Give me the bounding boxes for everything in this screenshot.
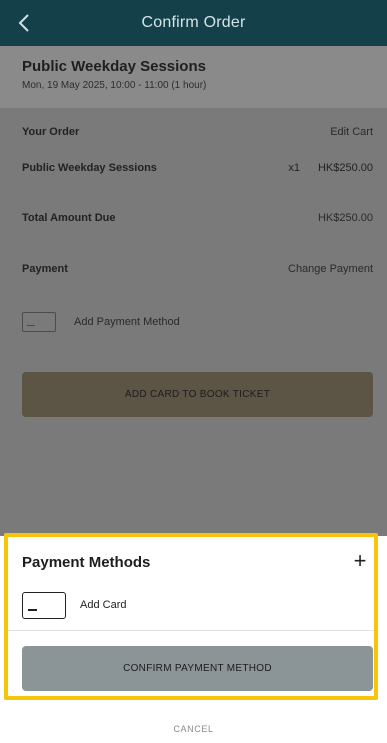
order-summary-dimmed: Public Weekday Sessions Mon, 19 May 2025… xyxy=(0,46,387,536)
add-card-to-book-button[interactable]: ADD CARD TO BOOK TICKET xyxy=(22,372,373,417)
payment-row: Payment Change Payment xyxy=(22,259,373,279)
your-order-label: Your Order xyxy=(22,126,80,138)
edit-cart-link[interactable]: Edit Cart xyxy=(330,126,373,138)
total-value: HK$250.00 xyxy=(317,212,373,224)
order-item-name: Public Weekday Sessions xyxy=(22,162,157,174)
order-item-details: x1 HK$250.00 xyxy=(288,162,373,174)
top-app-bar: Confirm Order xyxy=(0,0,387,46)
add-payment-method-label: Add Payment Method xyxy=(74,316,180,328)
plus-icon: + xyxy=(353,548,367,573)
total-row: Total Amount Due HK$250.00 xyxy=(22,208,373,228)
credit-card-icon xyxy=(22,591,66,619)
chevron-left-icon xyxy=(18,14,29,32)
order-item-qty: x1 xyxy=(288,162,300,174)
session-info: Public Weekday Sessions Mon, 19 May 2025… xyxy=(0,46,387,108)
page-title: Confirm Order xyxy=(141,14,246,31)
payment-label: Payment xyxy=(22,263,68,275)
divider xyxy=(8,630,374,631)
session-title: Public Weekday Sessions xyxy=(22,58,206,75)
order-item-row: Public Weekday Sessions x1 HK$250.00 xyxy=(22,158,373,178)
sheet-title: Payment Methods xyxy=(22,554,151,571)
order-item-price: HK$250.00 xyxy=(317,162,373,174)
add-card-option[interactable]: Add Card xyxy=(22,590,126,620)
back-button[interactable] xyxy=(10,8,38,38)
add-payment-method-row[interactable]: Add Payment Method xyxy=(22,311,180,333)
total-label: Total Amount Due xyxy=(22,212,116,224)
payment-methods-sheet: Payment Methods + Add Card CONFIRM PAYME… xyxy=(0,536,387,743)
cancel-button[interactable]: CANCEL xyxy=(0,724,387,734)
your-order-row: Your Order Edit Cart xyxy=(22,122,373,142)
add-card-label: Add Card xyxy=(80,599,127,611)
add-payment-method-button[interactable]: + xyxy=(347,548,373,574)
change-payment-link[interactable]: Change Payment xyxy=(288,263,373,275)
confirm-payment-method-button[interactable]: CONFIRM PAYMENT METHOD xyxy=(22,646,373,691)
credit-card-icon xyxy=(22,312,56,332)
session-datetime: Mon, 19 May 2025, 10:00 - 11:00 (1 hour) xyxy=(22,80,207,91)
